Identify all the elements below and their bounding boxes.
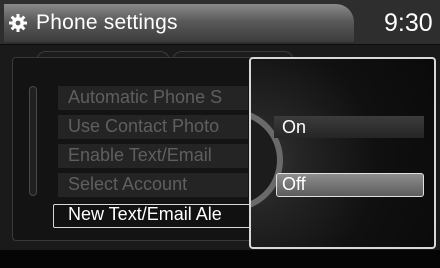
list-item-select-account[interactable]: Select Account [68,174,187,195]
option-on[interactable]: On [282,117,306,138]
bottom-strip [0,250,440,268]
list-item-enable-text-email[interactable]: Enable Text/Email [68,145,212,166]
clock: 9:30 [384,9,433,37]
on-off-popup [249,57,436,249]
scrollbar[interactable] [29,86,37,196]
list-item-use-contact-photo[interactable]: Use Contact Photo [68,116,219,137]
page-title: Phone settings [36,11,178,34]
list-item-new-text-email-alert[interactable]: New Text/Email Ale [68,204,222,225]
title-bar: Phone settings 9:30 [0,0,440,44]
phone-settings-screen: Phone settings 9:30 All Phone Automatic … [0,0,440,268]
gear-icon [9,14,27,32]
option-off[interactable]: Off [282,174,306,195]
list-item-automatic-phone-sync[interactable]: Automatic Phone S [68,87,222,108]
